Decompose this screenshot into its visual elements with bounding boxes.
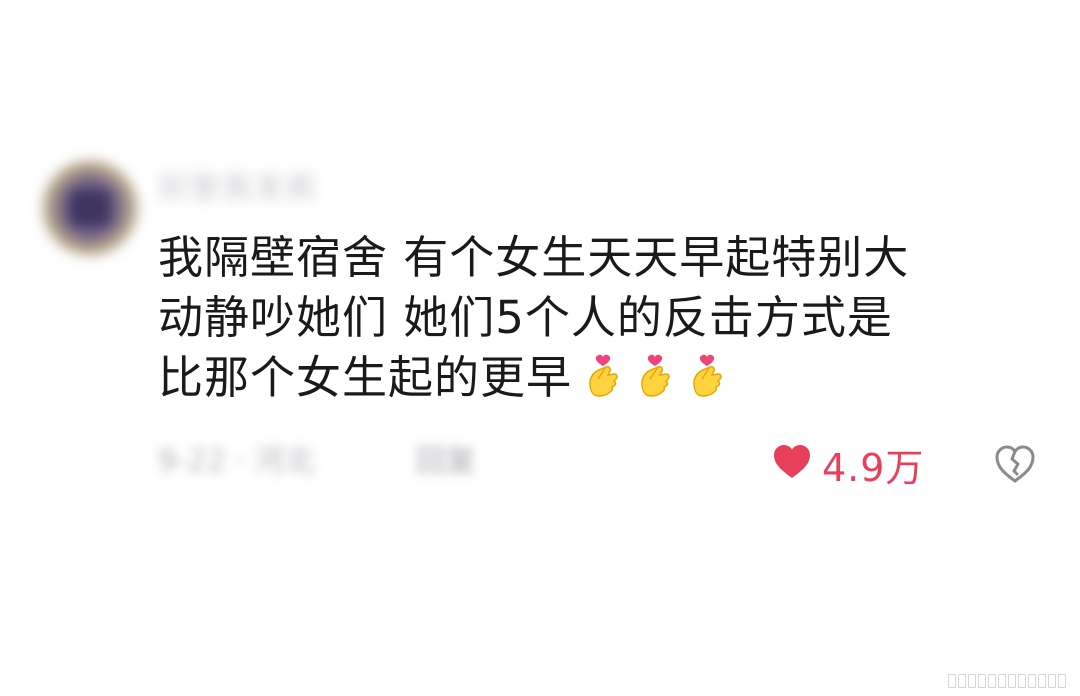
finger-heart-icon <box>632 351 676 414</box>
finger-heart-icon <box>580 351 624 414</box>
comment-text: 我隔壁宿舍 有个女生天天早起特别大 动静吵她们 她们5个人的反击方式是 比那个女… <box>158 228 1028 414</box>
like-button[interactable]: 4.9万 <box>772 440 924 490</box>
dislike-button[interactable] <box>994 444 1036 484</box>
username[interactable]: 别管我发疯 <box>158 170 318 208</box>
like-count: 4.9万 <box>822 445 925 490</box>
heart-icon <box>772 444 812 484</box>
finger-heart-icon <box>684 351 728 414</box>
comment-line: 我隔壁宿舍 有个女生天天早起特别大 <box>158 231 910 284</box>
avatar-image <box>70 190 110 226</box>
comment-line-text: 比那个女生起的更早 <box>158 351 573 404</box>
comment-card: 别管我发疯 我隔壁宿舍 有个女生天天早起特别大 动静吵她们 她们5个人的反击方式… <box>0 0 1080 696</box>
watermark <box>948 674 1066 688</box>
broken-heart-icon <box>994 445 1036 488</box>
avatar[interactable] <box>42 160 138 256</box>
comment-line-last: 比那个女生起的更早 <box>158 348 1028 414</box>
reply-button[interactable]: 回复 <box>416 440 476 484</box>
comment-meta: 9-22 · 河北 <box>158 444 315 479</box>
comment-line: 动静吵她们 她们5个人的反击方式是 <box>158 291 893 344</box>
